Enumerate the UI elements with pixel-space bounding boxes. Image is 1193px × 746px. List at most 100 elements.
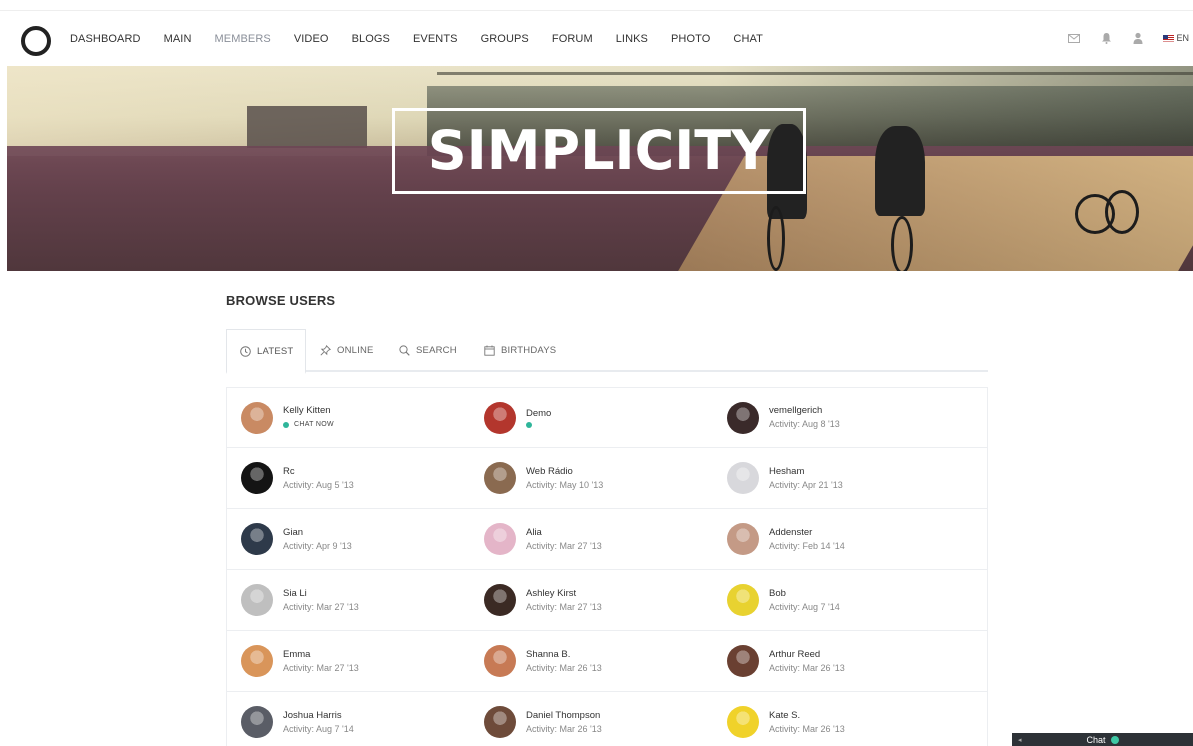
tab-latest-label: LATEST (257, 345, 294, 357)
user-card: Sia Li Activity: Mar 27 '13 (227, 570, 470, 630)
chat-now-link[interactable]: CHAT NOW (294, 419, 334, 430)
tab-search-label: SEARCH (416, 345, 457, 356)
site-logo[interactable] (21, 26, 51, 56)
user-avatar[interactable] (727, 584, 759, 616)
user-avatar[interactable] (484, 584, 516, 616)
user-info: Addenster Activity: Feb 14 '14 (769, 527, 845, 552)
bell-icon[interactable] (1099, 31, 1113, 45)
user-row: Kelly Kitten CHAT NOW Demo vemellgerich Acti… (226, 387, 988, 448)
user-card: Kelly Kitten CHAT NOW (227, 388, 470, 447)
tab-latest[interactable]: LATEST (226, 329, 307, 374)
user-card: Kate S. Activity: Mar 26 '13 (713, 692, 956, 746)
user-avatar[interactable] (241, 401, 273, 434)
tab-birthdays[interactable]: BIRTHDAYS (483, 329, 556, 372)
user-name-link[interactable]: Web Rádio (526, 466, 603, 477)
user-name-link[interactable]: Alia (526, 527, 602, 538)
user-card: Addenster Activity: Feb 14 '14 (713, 509, 956, 569)
user-avatar[interactable] (484, 706, 516, 738)
user-name-link[interactable]: Arthur Reed (769, 649, 845, 660)
nav-item-events[interactable]: EVENTS (413, 32, 458, 46)
user-avatar[interactable] (727, 523, 759, 555)
nav-item-photo[interactable]: PHOTO (671, 32, 710, 46)
user-status: Activity: Mar 26 '13 (526, 663, 602, 674)
user-activity-date: Activity: Feb 14 '14 (769, 540, 845, 551)
user-card: Alia Activity: Mar 27 '13 (470, 509, 713, 569)
user-avatar[interactable] (241, 523, 273, 555)
user-activity-date: Activity: Mar 26 '13 (769, 723, 845, 734)
chat-bar-label: Chat (1086, 734, 1106, 745)
user-activity-date: Activity: Mar 27 '13 (283, 662, 359, 673)
user-name-link[interactable]: Gian (283, 527, 352, 538)
user-row: Joshua Harris Activity: Aug 7 '14 Daniel T… (226, 692, 988, 746)
user-activity-date: Activity: Aug 7 '14 (283, 723, 354, 734)
user-info: Sia Li Activity: Mar 27 '13 (283, 588, 359, 613)
nav-icon-group: EN (1067, 31, 1193, 45)
user-name-link[interactable]: Hesham (769, 466, 843, 477)
user-row: Rc Activity: Aug 5 '13 Web Rádio Activity: … (226, 448, 988, 509)
user-card: Hesham Activity: Apr 21 '13 (713, 448, 956, 508)
user-name-link[interactable]: Addenster (769, 527, 845, 538)
user-name-link[interactable]: Shanna B. (526, 649, 602, 660)
user-name-link[interactable]: Kate S. (769, 710, 845, 721)
user-info: Shanna B. Activity: Mar 26 '13 (526, 649, 602, 674)
user-avatar[interactable] (727, 706, 759, 738)
user-info: Arthur Reed Activity: Mar 26 '13 (769, 649, 845, 674)
user-name-link[interactable]: Daniel Thompson (526, 710, 602, 721)
user-name-link[interactable]: Emma (283, 649, 359, 660)
nav-item-forum[interactable]: FORUM (552, 32, 593, 46)
user-activity-date: Activity: Aug 5 '13 (283, 479, 354, 490)
chat-bar-handle-icon: ◂ (1018, 736, 1022, 744)
nav-item-members[interactable]: MEMBERS (215, 32, 271, 46)
mail-icon[interactable] (1067, 31, 1081, 45)
user-name-link[interactable]: Bob (769, 588, 840, 599)
user-name-link[interactable]: Sia Li (283, 588, 359, 599)
user-card: Joshua Harris Activity: Aug 7 '14 (227, 692, 470, 746)
user-info: Hesham Activity: Apr 21 '13 (769, 466, 843, 491)
user-name-link[interactable]: Joshua Harris (283, 710, 354, 721)
nav-item-chat[interactable]: CHAT (733, 32, 763, 46)
user-avatar[interactable] (241, 706, 273, 738)
user-avatar[interactable] (241, 645, 273, 677)
pin-icon (319, 345, 331, 357)
user-status: Activity: Mar 26 '13 (769, 724, 845, 735)
nav-item-dashboard[interactable]: DASHBOARD (70, 32, 141, 46)
user-info: Bob Activity: Aug 7 '14 (769, 588, 840, 613)
user-name-link[interactable]: Demo (526, 408, 551, 419)
user-card: Shanna B. Activity: Mar 26 '13 (470, 631, 713, 691)
chat-bar[interactable]: ◂ Chat (1012, 733, 1193, 746)
nav-item-groups[interactable]: GROUPS (481, 32, 529, 46)
user-name-link[interactable]: Ashley Kirst (526, 588, 602, 599)
tab-online[interactable]: ONLINE (319, 329, 374, 372)
nav-item-blogs[interactable]: BLOGS (352, 32, 390, 46)
user-avatar[interactable] (484, 462, 516, 494)
user-avatar[interactable] (484, 523, 516, 555)
user-status: Activity: Apr 9 '13 (283, 541, 352, 552)
user-avatar[interactable] (484, 645, 516, 677)
user-card: Bob Activity: Aug 7 '14 (713, 570, 956, 630)
language-selector[interactable]: EN (1163, 33, 1189, 43)
hero-lifeguard-tower (247, 106, 367, 148)
user-name-link[interactable]: Kelly Kitten (283, 405, 334, 416)
user-card: Demo (470, 388, 713, 447)
user-status: Activity: Aug 7 '14 (769, 602, 840, 613)
nav-item-links[interactable]: LINKS (616, 32, 648, 46)
user-name-link[interactable]: Rc (283, 466, 354, 477)
user-info: Gian Activity: Apr 9 '13 (283, 527, 352, 552)
user-card: Gian Activity: Apr 9 '13 (227, 509, 470, 569)
user-avatar[interactable] (727, 462, 759, 494)
user-name-link[interactable]: vemellgerich (769, 405, 840, 416)
user-avatar[interactable] (727, 401, 759, 434)
user-status: Activity: Apr 21 '13 (769, 480, 843, 491)
user-icon[interactable] (1131, 31, 1145, 45)
tab-search[interactable]: SEARCH (398, 329, 457, 372)
user-avatar[interactable] (484, 401, 516, 434)
user-info: vemellgerich Activity: Aug 8 '13 (769, 405, 840, 430)
user-grid: Kelly Kitten CHAT NOW Demo vemellgerich Acti… (226, 387, 988, 746)
user-avatar[interactable] (241, 584, 273, 616)
nav-item-main[interactable]: MAIN (164, 32, 192, 46)
user-info: Daniel Thompson Activity: Mar 26 '13 (526, 710, 602, 735)
user-avatar[interactable] (241, 462, 273, 494)
nav-item-video[interactable]: VIDEO (294, 32, 329, 46)
user-status: Activity: Mar 27 '13 (283, 602, 359, 613)
user-avatar[interactable] (727, 645, 759, 677)
